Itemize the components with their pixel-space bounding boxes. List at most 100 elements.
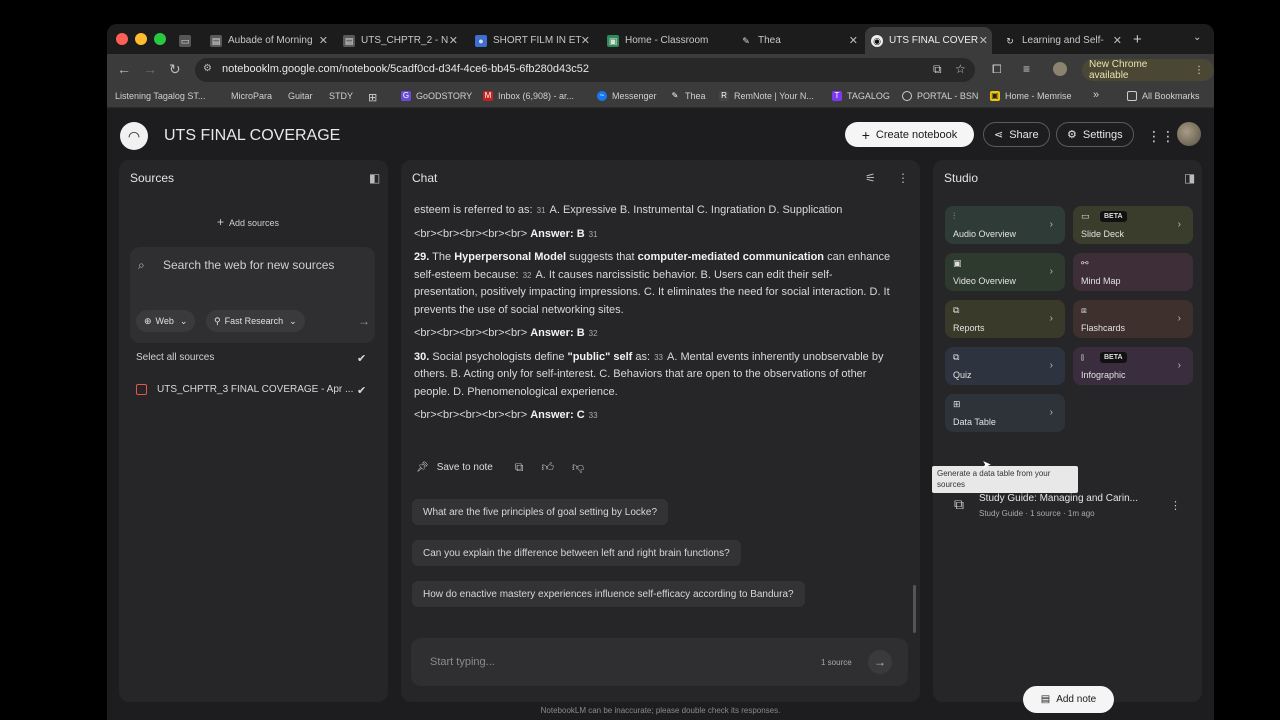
account-avatar[interactable] <box>1177 122 1201 146</box>
bookmark-thea[interactable]: ✎ Thea <box>670 91 706 101</box>
bookmark-portal[interactable]: PORTAL - BSN <box>902 91 978 101</box>
bookmark-micropara[interactable]: MicroPara <box>231 91 272 101</box>
chevron-right-icon[interactable]: › <box>1050 313 1053 324</box>
bookmark-stdy[interactable]: STDY <box>329 91 353 101</box>
chevron-right-icon[interactable]: › <box>1178 219 1181 230</box>
audio-overview-tile[interactable]: ⫶ Audio Overview › <box>945 206 1065 244</box>
chat-input[interactable]: Start typing... <box>430 656 495 668</box>
citation[interactable]: 33 <box>589 407 598 425</box>
back-icon[interactable]: ← <box>117 61 131 77</box>
all-bookmarks-folder[interactable]: All Bookmarks <box>1127 91 1200 101</box>
url-text[interactable]: notebooklm.google.com/notebook/5cadf0cd-… <box>222 63 589 75</box>
thumbs-down-icon[interactable]: 👎︎ <box>572 460 584 475</box>
close-tab-icon[interactable]: ✕ <box>319 34 328 47</box>
bookmark-guitar[interactable]: Guitar <box>288 91 313 101</box>
bookmarks-overflow-icon[interactable]: » <box>1093 89 1099 101</box>
tab-uts-chptr-2[interactable]: ▤ UTS_CHPTR_2 - N ✕ <box>337 27 462 54</box>
bookmark-remnote[interactable]: R RemNote | Your N... <box>719 91 814 101</box>
tab-search-icon[interactable]: ⌄ <box>1193 32 1201 43</box>
web-source-dropdown[interactable]: ⊕ Web ⌄ <box>136 310 196 332</box>
site-info-icon[interactable]: ⚙ <box>203 63 215 75</box>
maximize-window-button[interactable] <box>154 33 166 45</box>
new-chrome-available-button[interactable]: New Chrome available ⋮ <box>1082 59 1214 81</box>
close-tab-icon[interactable]: ✕ <box>581 34 590 47</box>
chevron-right-icon[interactable]: › <box>1050 407 1053 418</box>
citation[interactable]: 32 <box>523 267 532 285</box>
notebooklm-logo-icon[interactable]: ◠ <box>120 122 148 150</box>
save-to-note-button[interactable]: Save to note <box>437 462 493 473</box>
chevron-right-icon[interactable]: › <box>1178 360 1181 371</box>
notebook-title[interactable]: UTS FINAL COVERAGE <box>164 127 340 145</box>
suggested-question[interactable]: Can you explain the difference between l… <box>412 540 741 566</box>
share-button[interactable]: ⋖ Share <box>983 122 1050 147</box>
extensions-icon[interactable]: ⧠ <box>992 62 1002 77</box>
video-overview-tile[interactable]: ▣ Video Overview › <box>945 253 1065 291</box>
chevron-right-icon[interactable]: › <box>1178 313 1181 324</box>
reports-tile[interactable]: ⧉ Reports › <box>945 300 1065 338</box>
slide-deck-tile[interactable]: ▭ BETA Slide Deck › <box>1073 206 1193 244</box>
source-checkbox[interactable]: ✔ <box>357 385 369 397</box>
select-all-checkbox[interactable]: ✔ <box>357 353 369 365</box>
bookmark-listening[interactable]: Listening Tagalog ST... <box>115 91 205 101</box>
copy-icon[interactable]: ⧉ <box>515 460 524 475</box>
chat-scrollbar[interactable] <box>913 585 916 633</box>
source-item[interactable]: UTS_CHPTR_3 FINAL COVERAGE - Apr ... <box>136 384 353 395</box>
collapse-panel-icon[interactable]: ◧ <box>369 171 380 185</box>
infographic-tile[interactable]: ⫾ BETA Infographic › <box>1073 347 1193 385</box>
collapse-panel-icon[interactable]: ◨ <box>1184 171 1195 185</box>
submit-search-icon[interactable]: → <box>358 314 370 328</box>
tab-thea[interactable]: ✎ Thea ✕ <box>734 27 862 54</box>
quiz-tile[interactable]: ⧉ Quiz › <box>945 347 1065 385</box>
citation[interactable]: 32 <box>589 325 598 343</box>
suggested-question[interactable]: How do enactive mastery experiences infl… <box>412 581 805 607</box>
tune-icon[interactable]: ⚟ <box>865 171 876 185</box>
citation[interactable]: 33 <box>654 349 663 367</box>
create-notebook-button[interactable]: + Create notebook <box>845 122 974 147</box>
forward-icon[interactable]: → <box>143 61 157 77</box>
reload-icon[interactable]: ↻ <box>169 61 181 78</box>
bookmark-goodstory[interactable]: G GoODSTORY <box>401 91 472 101</box>
close-tab-icon[interactable]: ✕ <box>449 34 458 47</box>
flashcards-tile[interactable]: ⧈ Flashcards › <box>1073 300 1193 338</box>
settings-button[interactable]: ⚙ Settings <box>1056 122 1134 147</box>
thumbs-up-icon[interactable]: 👍︎ <box>541 460 554 475</box>
bookmark-messenger[interactable]: ~ Messenger <box>597 91 657 101</box>
chat-input-box[interactable]: Start typing... 1 source → <box>411 638 908 686</box>
chevron-right-icon[interactable]: › <box>1050 266 1053 277</box>
address-bar[interactable]: ⚙ notebooklm.google.com/notebook/5cadf0c… <box>195 58 975 82</box>
profile-avatar[interactable] <box>1053 62 1067 76</box>
media-icon[interactable]: ≡ <box>1023 62 1030 76</box>
close-tab-icon[interactable]: ✕ <box>979 34 988 47</box>
tab-uts-final-coverage[interactable]: ◉ UTS FINAL COVER ✕ <box>865 27 992 54</box>
data-table-tile[interactable]: ⊞ Data Table › <box>945 394 1065 432</box>
reports-icon: ⧉ <box>953 305 960 315</box>
mind-map-tile[interactable]: ⚯ Mind Map <box>1073 253 1193 291</box>
grid-icon[interactable]: ⊞ <box>368 91 377 104</box>
install-icon[interactable]: ⧉ <box>933 62 942 77</box>
close-window-button[interactable] <box>116 33 128 45</box>
new-tab-button[interactable]: + <box>1133 31 1142 48</box>
minimize-window-button[interactable] <box>135 33 147 45</box>
tab-group-icon[interactable]: ▭ <box>173 27 193 54</box>
bookmark-star-icon[interactable]: ☆ <box>955 62 966 76</box>
send-arrow-icon[interactable]: → <box>868 650 892 674</box>
more-vert-icon[interactable]: ⋮ <box>1170 499 1181 512</box>
close-tab-icon[interactable]: ✕ <box>849 34 858 47</box>
citation[interactable]: 31 <box>589 226 598 244</box>
close-tab-icon[interactable]: ✕ <box>1113 34 1122 47</box>
chevron-right-icon[interactable]: › <box>1050 219 1053 230</box>
citation[interactable]: 31 <box>537 202 546 220</box>
chevron-right-icon[interactable]: › <box>1050 360 1053 371</box>
add-sources-button[interactable]: + Add sources <box>217 215 279 229</box>
search-input[interactable]: Search the web for new sources <box>163 258 334 272</box>
bookmark-tagalog[interactable]: T TAGALOG <box>832 91 890 101</box>
tab-learning[interactable]: ↻ Learning and Self- ✕ <box>998 27 1126 54</box>
tab-short-film[interactable]: ● SHORT FILM IN ET ✕ <box>469 27 594 54</box>
bookmark-memrise[interactable]: ▣ Home - Memrise <box>990 91 1072 101</box>
suggested-question[interactable]: What are the five principles of goal set… <box>412 499 669 525</box>
research-mode-dropdown[interactable]: ⚲ Fast Research ⌄ <box>206 310 305 332</box>
tab-classroom[interactable]: ▣ Home - Classroom <box>601 27 731 54</box>
more-vert-icon[interactable]: ⋮ <box>897 171 909 185</box>
bookmark-inbox[interactable]: M Inbox (6,908) - ar... <box>483 91 574 101</box>
tab-aubade[interactable]: ▤ Aubade of Morning ✕ <box>204 27 332 54</box>
